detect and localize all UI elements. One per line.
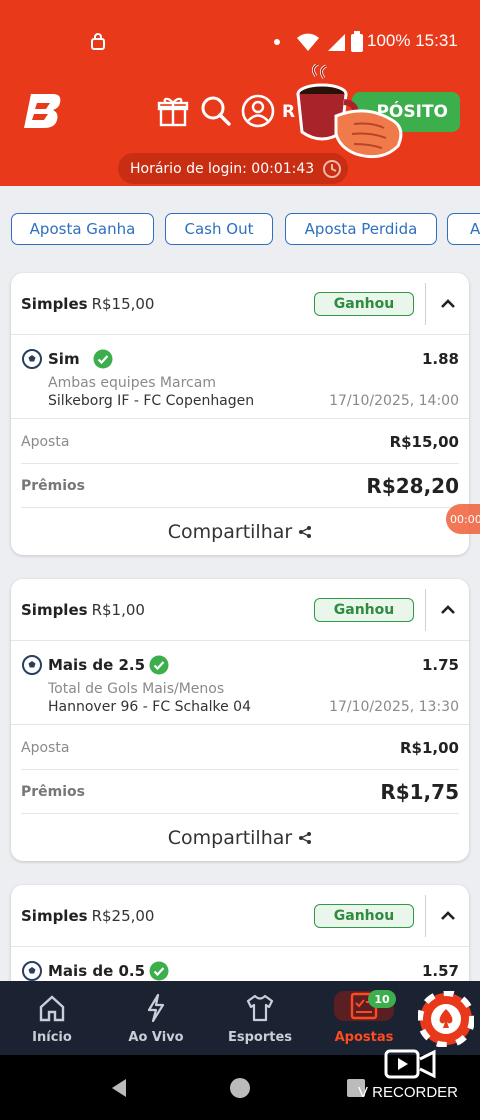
odd-value: 1.75 [421, 656, 459, 674]
app-header: 100% 15:31 R PÓSITO Horário de login: 00… [0, 0, 480, 186]
status-badge: Ganhou [314, 598, 414, 622]
stake-row: Aposta R$15,00 [21, 420, 459, 464]
odd-value: 1.57 [421, 962, 459, 980]
soccer-ball-icon [22, 655, 42, 675]
status-badge: Ganhou [314, 904, 414, 928]
chevron-up-icon[interactable] [439, 601, 457, 619]
match-name: Silkeborg IF - FC Copenhagen [48, 393, 255, 409]
status-bar: 100% 15:31 [0, 26, 480, 58]
stake-value: R$1,00 [400, 739, 459, 757]
floating-timer[interactable]: 00:00 [446, 504, 480, 534]
signal-icon [328, 34, 345, 51]
stake-label: Aposta [21, 434, 70, 450]
chevron-up-icon[interactable] [439, 907, 457, 925]
nav-label: Ao Vivo [128, 1030, 184, 1045]
clock-icon [323, 160, 341, 178]
share-button[interactable]: Compartilhar [11, 509, 469, 555]
bet-card-header: Simples R$15,00 Ganhou [11, 273, 469, 335]
filter-aposta-ganha[interactable]: Aposta Ganha [11, 213, 154, 245]
filter-aposta-perdida[interactable]: Aposta Perdida [285, 213, 437, 245]
bet-card: Simples R$1,00 Ganhou Mais de 2.5 1.75 To… [11, 579, 469, 861]
lock-icon [91, 33, 105, 50]
stake-label: Aposta [21, 740, 70, 756]
share-icon [299, 832, 312, 844]
nav-esportes[interactable]: Esportes [208, 981, 312, 1055]
selection-name: Mais de 0.5 [48, 962, 146, 980]
nav-ao-vivo[interactable]: Ao Vivo [104, 981, 208, 1055]
back-icon[interactable] [108, 1077, 130, 1099]
casino-chip-icon[interactable] [418, 991, 474, 1047]
nav-label: Apostas [334, 1030, 394, 1045]
match-name: Hannover 96 - FC Schalke 04 [48, 699, 251, 715]
odd-value: 1.88 [421, 350, 459, 368]
prize-row: Prêmios R$28,20 [21, 464, 459, 508]
bet-type: Simples R$15,00 [21, 295, 155, 313]
prize-label: Prêmios [21, 784, 85, 800]
bet-type: Simples R$1,00 [21, 601, 145, 619]
check-icon [149, 961, 169, 981]
bet-card-header: Simples R$25,00 Ganhou [11, 885, 469, 947]
stake-row: Aposta R$1,00 [21, 726, 459, 770]
battery-icon [351, 31, 363, 52]
nav-label: Início [32, 1030, 72, 1045]
bet-type: Simples R$25,00 [21, 907, 155, 925]
notification-dot-icon [274, 39, 280, 45]
chevron-up-icon[interactable] [439, 295, 457, 313]
divider [425, 895, 426, 937]
prize-value: R$1,75 [380, 780, 459, 804]
prize-label: Prêmios [21, 478, 85, 494]
match-date: 17/10/2025, 14:00 [329, 393, 459, 409]
stake-value: R$15,00 [389, 433, 459, 451]
gift-icon[interactable] [156, 94, 190, 128]
nav-inicio[interactable]: Início [0, 981, 104, 1055]
share-icon [299, 526, 312, 538]
divider [425, 283, 426, 325]
check-icon [93, 349, 113, 369]
soccer-ball-icon [22, 961, 42, 981]
user-icon[interactable] [241, 94, 275, 128]
selection-name: Sim [48, 350, 80, 368]
status-text: 100% 15:31 [367, 31, 458, 50]
market-name: Ambas equipes Marcam [48, 375, 216, 391]
jersey-icon [246, 994, 274, 1022]
nav-label: Esportes [227, 1030, 293, 1045]
username-text: R [282, 102, 296, 122]
search-icon[interactable] [199, 94, 233, 128]
prize-value: R$28,20 [366, 474, 459, 498]
home-icon [39, 995, 65, 1022]
filter-cash-out[interactable]: Cash Out [165, 213, 273, 245]
market-name: Total de Gols Mais/Menos [48, 681, 225, 697]
login-timer: Horário de login: 00:01:43 [118, 153, 348, 184]
wifi-icon [297, 33, 319, 51]
filter-bar: Aposta Ganha Cash Out Aposta Perdida A [0, 186, 480, 272]
brand-logo[interactable] [22, 92, 64, 130]
recorder-watermark: V RECORDER [358, 1084, 459, 1101]
match-date: 17/10/2025, 13:30 [329, 699, 459, 715]
share-button[interactable]: Compartilhar [11, 815, 469, 861]
bet-card: Simples R$15,00 Ganhou Sim 1.88 Ambas equ… [11, 273, 469, 555]
status-badge: Ganhou [314, 292, 414, 316]
nav-apostas[interactable]: Apostas [312, 981, 416, 1055]
selection-name: Mais de 2.5 [48, 656, 146, 674]
check-icon [149, 655, 169, 675]
soccer-ball-icon [22, 349, 42, 369]
filter-more[interactable]: A [447, 213, 480, 245]
video-recorder-icon [384, 1049, 436, 1079]
bet-card-header: Simples R$1,00 Ganhou [11, 579, 469, 641]
apostas-count-badge: 10 [368, 990, 396, 1008]
bet-selection: Sim 1.88 Ambas equipes Marcam Silkeborg … [11, 335, 469, 419]
lightning-icon [147, 993, 165, 1023]
bet-selection: Mais de 2.5 1.75 Total de Gols Mais/Meno… [11, 641, 469, 725]
bottom-nav: Início Ao Vivo Esportes Apostas 10 [0, 981, 480, 1055]
divider [425, 589, 426, 631]
prize-row: Prêmios R$1,75 [21, 770, 459, 814]
home-button-icon[interactable] [229, 1077, 251, 1099]
